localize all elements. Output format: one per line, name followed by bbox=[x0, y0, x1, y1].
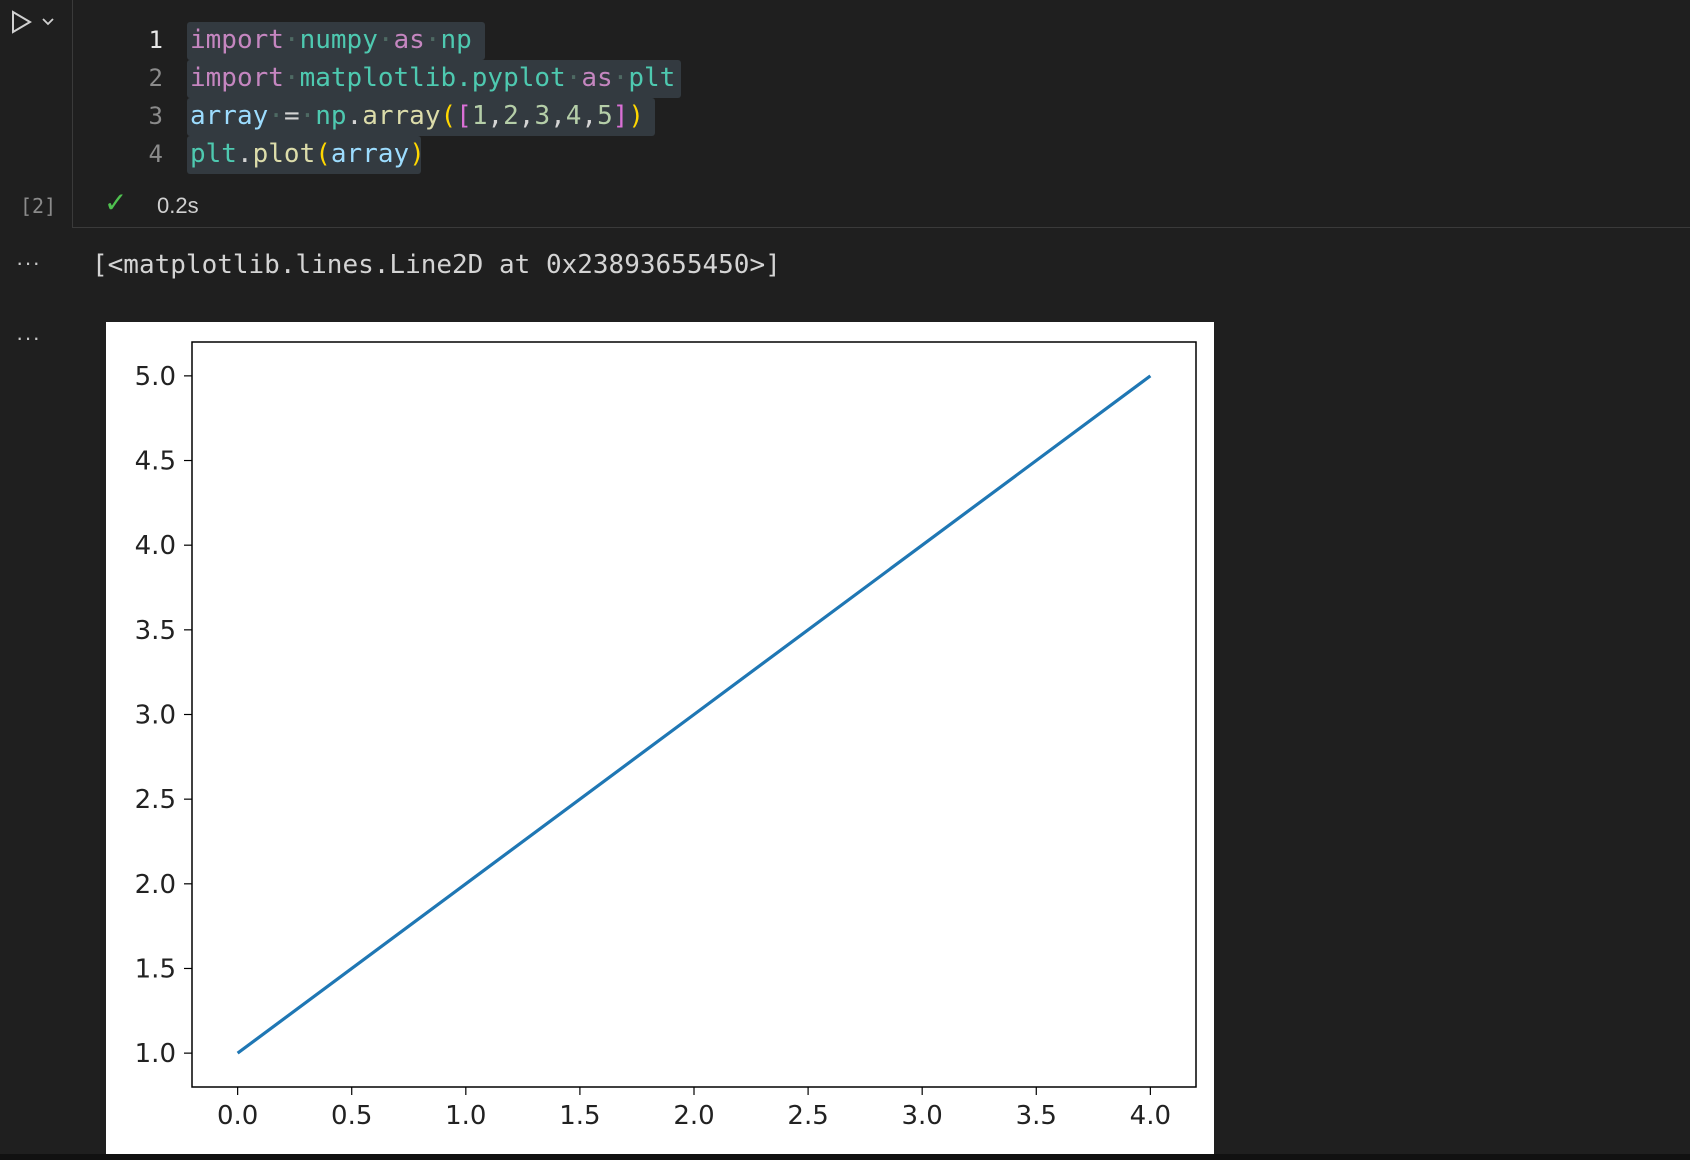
code-line-1: import·numpy·as·np bbox=[190, 25, 472, 55]
code-token: 5 bbox=[597, 101, 613, 131]
output-more-button[interactable]: ··· bbox=[16, 250, 41, 276]
line-number: 4 bbox=[148, 140, 163, 168]
x-tick-label: 3.5 bbox=[1016, 1101, 1057, 1131]
code-token: np bbox=[440, 25, 472, 55]
cell-divider bbox=[72, 227, 1690, 228]
y-tick-label: 1.5 bbox=[135, 954, 176, 984]
code-token: 4 bbox=[565, 101, 582, 131]
execution-time: 0.2s bbox=[157, 193, 199, 218]
code-token: ] bbox=[612, 101, 629, 131]
code-token: 3 bbox=[534, 101, 551, 131]
y-tick-label: 3.5 bbox=[135, 616, 176, 646]
y-tick-label: 1.0 bbox=[135, 1039, 176, 1069]
execution-count: [2] bbox=[20, 194, 57, 218]
code-line-4: plt.plot(array) bbox=[190, 136, 425, 172]
line-number: 3 bbox=[148, 102, 163, 130]
x-tick-label: 1.0 bbox=[445, 1101, 486, 1131]
x-tick-label: 0.5 bbox=[331, 1101, 372, 1131]
y-tick-label: 2.5 bbox=[135, 785, 176, 815]
code-token: , bbox=[581, 101, 598, 131]
code-token: numpy bbox=[299, 25, 378, 55]
code-token: plt bbox=[628, 63, 676, 93]
code-token: plot bbox=[252, 139, 316, 169]
y-tick-label: 4.0 bbox=[135, 531, 176, 561]
code-token: as bbox=[581, 63, 613, 93]
line-number: 2 bbox=[148, 64, 163, 92]
code-line-2: import·matplotlib.pyplot·as·plt bbox=[190, 63, 676, 93]
check-icon: ✓ bbox=[104, 187, 128, 218]
y-tick-label: 2.0 bbox=[135, 870, 176, 900]
code-token: , bbox=[518, 101, 535, 131]
chevron-down-icon[interactable] bbox=[40, 14, 56, 35]
code-token: array bbox=[190, 101, 269, 131]
code-token: , bbox=[487, 101, 504, 131]
code-token: . bbox=[346, 101, 363, 131]
code-token: = bbox=[283, 101, 300, 131]
y-tick-label: 4.5 bbox=[135, 447, 176, 477]
x-tick-label: 2.5 bbox=[787, 1101, 828, 1131]
code-token: np bbox=[315, 101, 347, 131]
x-tick-label: 0.0 bbox=[217, 1101, 258, 1131]
code-token: as bbox=[393, 25, 425, 55]
line-chart: 0.0 0.5 1.0 1.5 2.0 2.5 3.0 3.5 4.0 1.0 1.5 2.0 2.5 3… bbox=[135, 341, 1197, 1131]
x-tick-label: 2.0 bbox=[673, 1101, 714, 1131]
code-token: array bbox=[330, 139, 410, 169]
code-token: matplotlib.pyplot bbox=[299, 63, 566, 93]
code-token: import bbox=[190, 63, 284, 93]
x-tick-label: 4.0 bbox=[1130, 1101, 1171, 1131]
code-token: array bbox=[362, 101, 441, 131]
output-text: [<matplotlib.lines.Line2D at 0x238936554… bbox=[92, 250, 781, 280]
code-token: import bbox=[190, 25, 284, 55]
run-cell-button[interactable] bbox=[8, 8, 64, 40]
series-line bbox=[236, 374, 1152, 1055]
y-tick-label: 3.0 bbox=[135, 701, 176, 731]
code-line-3: array·=·np.array([1,2,3,4,5]) bbox=[190, 101, 645, 131]
plot-output: 0.0 0.5 1.0 1.5 2.0 2.5 3.0 3.5 4.0 1.0 1.5 2.0 2.5 3… bbox=[106, 322, 1214, 1154]
code-editor[interactable]: 1 2 3 4 import·numpy·as·np import·matplo… bbox=[73, 0, 1690, 227]
code-token: [ bbox=[456, 101, 472, 131]
code-token: 1 bbox=[471, 101, 488, 131]
code-token: . bbox=[236, 139, 253, 169]
y-tick-label: 5.0 bbox=[135, 362, 176, 392]
code-token: ( bbox=[315, 139, 331, 169]
output-more-button[interactable]: ··· bbox=[16, 325, 41, 351]
code-token: 2 bbox=[503, 101, 519, 131]
x-tick-label: 3.0 bbox=[902, 1101, 943, 1131]
code-token: ) bbox=[409, 139, 425, 169]
code-token: ( bbox=[440, 101, 457, 131]
code-token: ) bbox=[628, 101, 645, 131]
bottom-border bbox=[0, 1154, 1690, 1160]
line-number: 1 bbox=[148, 26, 163, 54]
x-tick-label: 1.5 bbox=[559, 1101, 600, 1131]
play-icon bbox=[8, 9, 34, 40]
code-token: plt bbox=[190, 139, 237, 169]
code-token: , bbox=[550, 101, 566, 131]
